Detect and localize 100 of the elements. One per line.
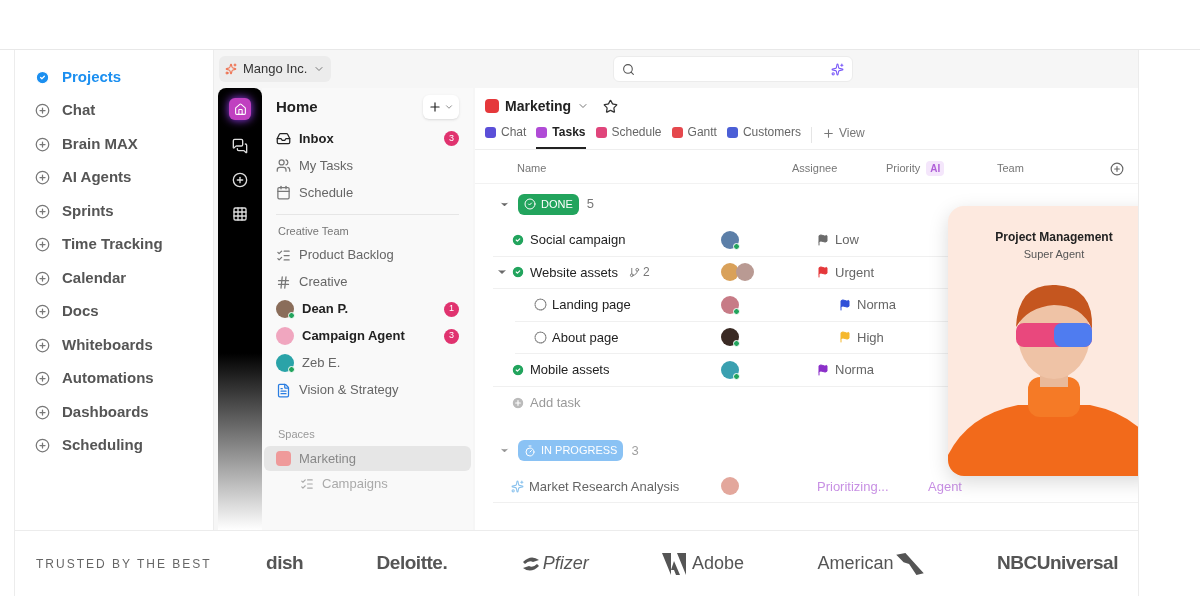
- view-tab[interactable]: Chat: [485, 121, 527, 149]
- company-logo-text: Adobe: [692, 552, 745, 575]
- page-title: Marketing: [505, 96, 572, 116]
- chat-icon[interactable]: [232, 138, 248, 154]
- document-icon: [276, 382, 291, 398]
- company-logo-text: Pfizer: [542, 552, 589, 575]
- sidebar-item[interactable]: Campaign Agent 3: [264, 322, 471, 350]
- item-label: Product Backlog: [299, 246, 395, 265]
- search-icon: [622, 62, 636, 76]
- subtask-icon: [628, 266, 640, 278]
- priority-label: Prioritizing...: [817, 477, 889, 496]
- plus-circle-icon: [35, 438, 50, 453]
- todo-status-icon[interactable]: [533, 330, 547, 345]
- add-view-button[interactable]: View: [821, 121, 865, 149]
- plus-circle-icon: [35, 170, 50, 185]
- checklist-icon: [276, 247, 291, 263]
- calendar-icon: [276, 185, 291, 200]
- adobe-logo-icon: [662, 552, 687, 575]
- view-tab[interactable]: Customers: [726, 121, 801, 149]
- feature-item[interactable]: AI Agents: [35, 166, 213, 189]
- plus-circle-icon: [35, 203, 50, 219]
- feature-item[interactable]: Scheduling: [35, 434, 213, 457]
- count-badge: 1: [444, 301, 459, 317]
- sidebar-item[interactable]: Product Backlog: [264, 241, 471, 269]
- task-name[interactable]: About page: [552, 327, 619, 347]
- company-logo-text: dish: [266, 551, 304, 576]
- panel-title: Home: [276, 96, 318, 117]
- sidebar-item[interactable]: My Tasks: [264, 152, 471, 179]
- space-icon: [485, 99, 499, 113]
- item-label: My Tasks: [299, 156, 354, 175]
- view-icon: [536, 126, 548, 138]
- item-label: Vision & Strategy: [299, 381, 400, 400]
- add-circle-icon[interactable]: [232, 172, 248, 188]
- plus-circle-icon: [35, 404, 50, 420]
- priority-label: Urgent: [835, 263, 875, 282]
- plus-circle-icon: [35, 237, 50, 252]
- count-badge: 3: [444, 131, 459, 146]
- plus-circle-icon: [35, 304, 50, 319]
- sidebar-item[interactable]: Inbox 3: [264, 125, 471, 152]
- card-title: Project Management: [994, 229, 1114, 246]
- task-name[interactable]: Mobile assets: [530, 360, 610, 380]
- view-tab[interactable]: Tasks: [536, 121, 586, 149]
- check-icon: [35, 69, 50, 85]
- sidebar-item[interactable]: Creative: [264, 268, 471, 296]
- feature-item[interactable]: Time Tracking: [35, 233, 213, 256]
- task-name[interactable]: Market Research Analysis: [529, 476, 680, 496]
- priority-label: Low: [835, 231, 859, 249]
- feature-item[interactable]: Chat: [35, 99, 213, 122]
- star-icon[interactable]: [603, 98, 619, 114]
- search-field[interactable]: [613, 56, 854, 82]
- sidebar-item[interactable]: Vision & Strategy: [264, 376, 471, 404]
- section-title: Spaces: [277, 426, 316, 442]
- space-icon: [276, 451, 291, 466]
- done-check-icon[interactable]: [511, 232, 525, 247]
- company-logo-text: Deloitte.: [376, 551, 448, 576]
- feature-item[interactable]: Sprints: [35, 200, 213, 222]
- home-button[interactable]: [229, 98, 251, 120]
- trusted-label: TRUSTED BY THE BEST: [36, 555, 213, 573]
- task-name[interactable]: Website assets: [530, 262, 618, 282]
- priority-label: High: [857, 328, 884, 347]
- feature-item[interactable]: Whiteboards: [35, 334, 213, 356]
- task-name[interactable]: Landing page: [552, 295, 631, 315]
- workspace-switcher[interactable]: Mango Inc.: [219, 56, 332, 82]
- sidebar-item[interactable]: Schedule: [264, 179, 471, 206]
- feature-item[interactable]: Dashboards: [35, 401, 213, 423]
- task-name[interactable]: Social campaign: [530, 230, 626, 250]
- apps-grid-icon[interactable]: [232, 206, 248, 222]
- plus-icon: [821, 126, 835, 140]
- item-label: Campaign Agent: [302, 327, 406, 346]
- view-icon: [726, 126, 738, 138]
- plus-circle-icon: [35, 103, 50, 118]
- view-tab[interactable]: Gantt: [671, 121, 717, 149]
- done-check-icon[interactable]: [511, 265, 525, 280]
- eagle-logo-icon: [895, 552, 924, 575]
- feature-item[interactable]: Brain MAX: [35, 133, 213, 155]
- todo-status-icon[interactable]: [533, 297, 547, 312]
- people-icon: [276, 158, 291, 173]
- agent-card[interactable]: Project Management Super Agent: [948, 206, 1138, 476]
- sidebar-item[interactable]: Zeb E.: [264, 349, 471, 377]
- item-label: Zeb E.: [302, 354, 342, 373]
- checklist-icon: [300, 476, 314, 491]
- view-icon: [671, 126, 683, 138]
- group-count: 5: [586, 195, 594, 214]
- add-button[interactable]: [423, 95, 459, 119]
- feature-item[interactable]: Docs: [35, 300, 213, 323]
- ai-sparkle-icon: [831, 62, 845, 76]
- done-check-icon[interactable]: [511, 362, 525, 377]
- feature-item[interactable]: Automations: [35, 367, 213, 390]
- column-header: Name: [517, 161, 548, 177]
- chevron-down-icon: [444, 102, 454, 112]
- view-tab[interactable]: Schedule: [595, 121, 662, 149]
- view-icon: [485, 126, 496, 138]
- item-label: Schedule: [299, 183, 355, 202]
- feature-item[interactable]: Calendar: [35, 267, 213, 289]
- add-column-icon[interactable]: [1110, 161, 1124, 176]
- group-count: 3: [631, 441, 639, 460]
- hash-icon: [276, 274, 291, 290]
- priority-label: Norma: [835, 361, 874, 379]
- sparkle-icon: [225, 63, 237, 75]
- sidebar-item[interactable]: Dean P. 1: [264, 295, 471, 323]
